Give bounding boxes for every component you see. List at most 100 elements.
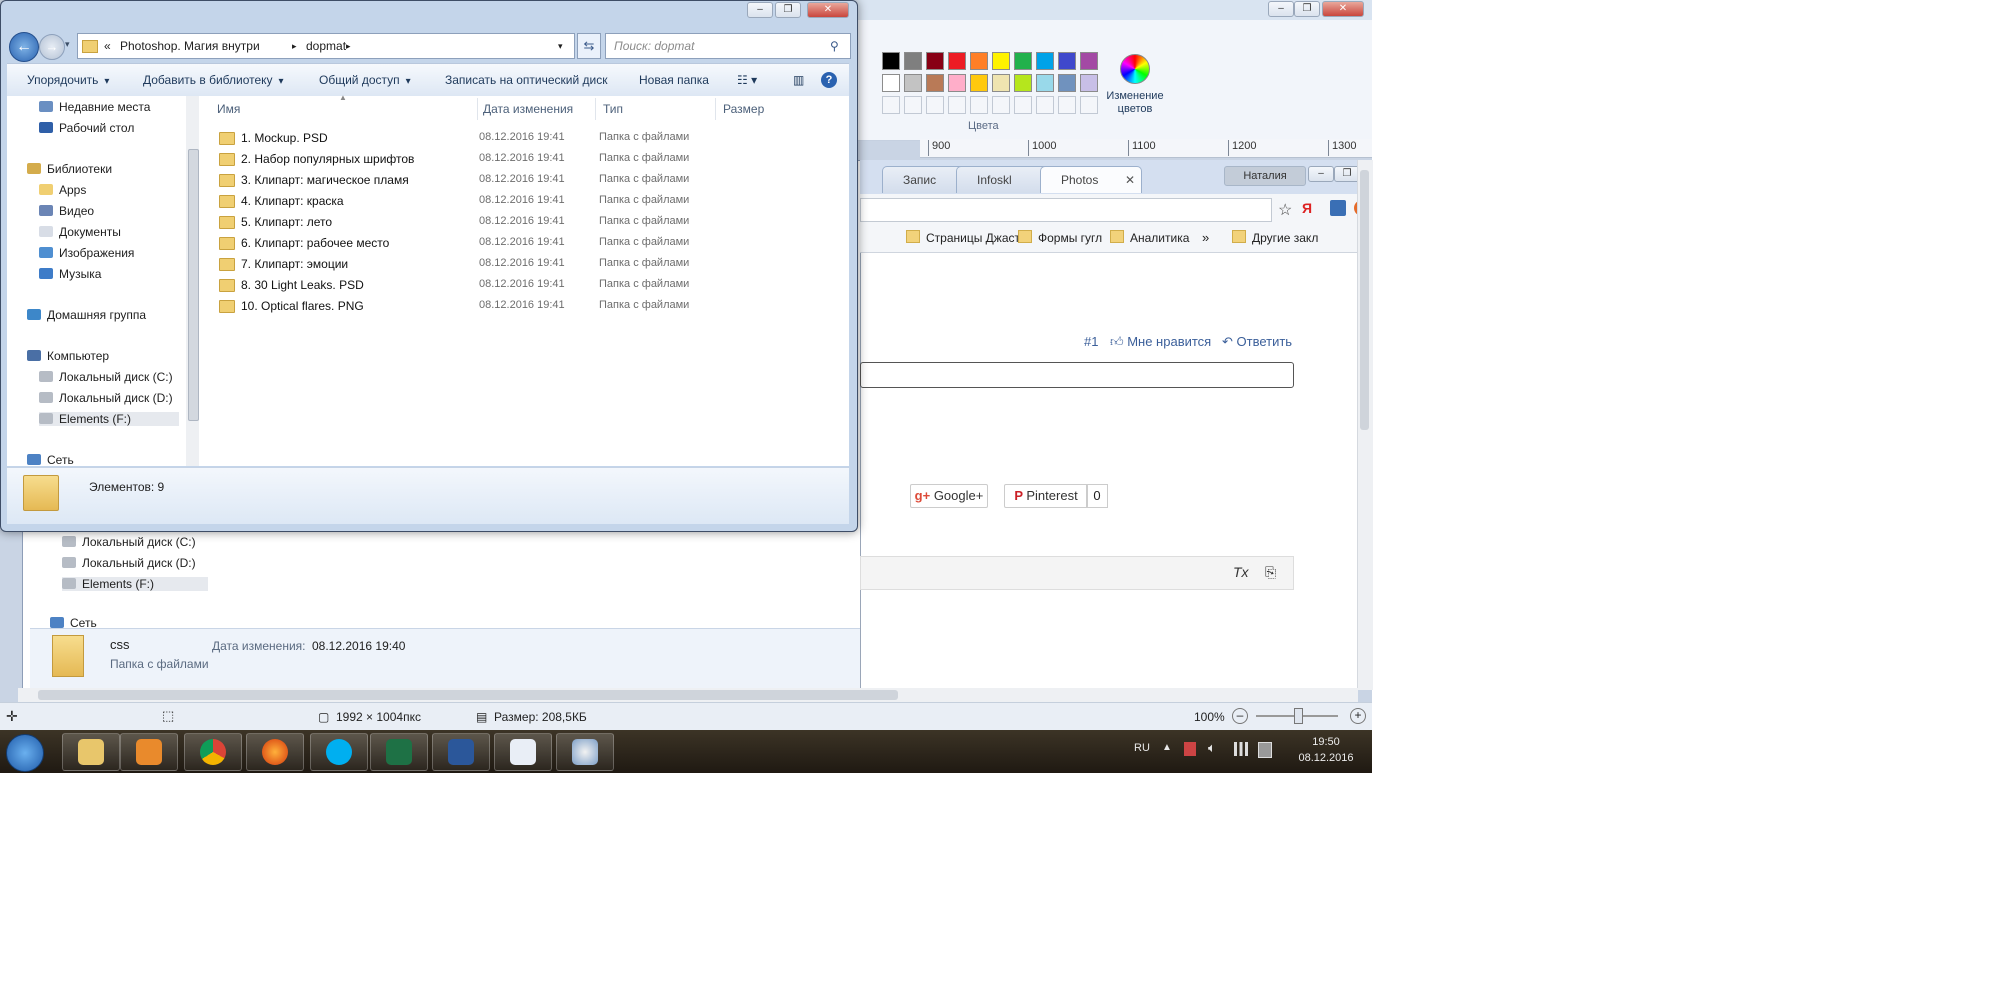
tray-app-icon[interactable] (1184, 742, 1196, 756)
column-separator[interactable] (477, 98, 478, 120)
color-swatch[interactable] (1058, 74, 1076, 92)
file-row[interactable]: 1. Mockup. PSD 08.12.2016 19:41 Папка с фа… (219, 128, 839, 149)
nav-item[interactable]: Изображения (39, 246, 134, 260)
custom-color-slot[interactable] (926, 96, 944, 114)
preview-pane-icon[interactable]: ▥ (793, 73, 804, 87)
address-dropdown-icon[interactable]: ▾ (558, 34, 563, 58)
file-row[interactable]: 8. 30 Light Leaks. PSD 08.12.2016 19:41 Па… (219, 275, 839, 296)
yandex-icon[interactable]: Я (1302, 200, 1312, 216)
nav-drive-f[interactable]: Elements (F:) (62, 577, 208, 591)
color-swatch[interactable] (970, 74, 988, 92)
color-swatch[interactable] (1080, 52, 1098, 70)
nav-scrollbar-thumb[interactable] (188, 149, 199, 421)
color-swatch[interactable] (992, 74, 1010, 92)
refresh-button[interactable]: ⇆ (577, 33, 601, 59)
paste-icon[interactable]: ⎘ (1265, 564, 1276, 581)
color-swatch[interactable] (970, 52, 988, 70)
breadcrumb-separator-icon[interactable]: ▸ (292, 34, 297, 58)
color-swatch[interactable] (1058, 52, 1076, 70)
close-tab-icon[interactable]: ✕ (1125, 167, 1135, 193)
color-swatch[interactable] (948, 74, 966, 92)
browser-minimize-button[interactable]: – (1308, 166, 1334, 182)
new-folder-button[interactable]: Новая папка (639, 73, 709, 87)
action-center-icon[interactable] (1258, 742, 1272, 758)
file-row[interactable]: 5. Клипарт: лето 08.12.2016 19:41 Папка с … (219, 212, 839, 233)
color-swatch[interactable] (1014, 52, 1032, 70)
file-row[interactable]: 4. Клипарт: краска 08.12.2016 19:41 Папка … (219, 191, 839, 212)
explorer-minimize-button[interactable]: – (747, 2, 773, 18)
column-separator[interactable] (715, 98, 716, 120)
custom-color-slot[interactable] (992, 96, 1010, 114)
breadcrumb-item[interactable]: dopmat (306, 34, 346, 58)
browser-tab-active[interactable]: Photos ✕ (1040, 166, 1142, 193)
nav-item[interactable]: Библиотеки (27, 162, 112, 176)
nav-item[interactable]: Локальный диск (C:) (39, 370, 173, 384)
view-options-icon[interactable]: ☷ ▾ (737, 73, 757, 87)
search-icon[interactable]: ⚲ (830, 34, 839, 58)
bookmark[interactable]: Формы гугл (1018, 230, 1102, 245)
volume-icon[interactable]: 🔈︎ (1208, 740, 1216, 756)
show-hidden-icons-icon[interactable]: ▲ (1162, 742, 1172, 753)
file-row[interactable]: 6. Клипарт: рабочее место 08.12.2016 19:4… (219, 233, 839, 254)
browser-scrollbar-thumb[interactable] (1360, 170, 1369, 430)
zoom-in-button[interactable]: + (1350, 708, 1366, 724)
nav-item[interactable]: Музыка (39, 267, 101, 281)
nav-item[interactable]: Недавние места (39, 100, 150, 114)
taskbar-skype-button[interactable] (310, 733, 368, 771)
taskbar-notepad-button[interactable] (494, 733, 552, 771)
color-swatch[interactable] (882, 52, 900, 70)
taskbar-firefox-button[interactable] (246, 733, 304, 771)
taskbar-chrome-button[interactable] (184, 733, 242, 771)
nav-item[interactable]: Документы (39, 225, 121, 239)
organize-button[interactable]: Упорядочить (27, 73, 109, 87)
browser-address-bar[interactable]: ☆ Я (860, 194, 1372, 227)
nav-drive-c[interactable]: Локальный диск (C:) (62, 535, 196, 549)
edit-colors-icon[interactable] (1120, 54, 1150, 84)
taskbar-excel-button[interactable] (370, 733, 428, 771)
column-separator[interactable] (595, 98, 596, 120)
file-row[interactable]: 7. Клипарт: эмоции 08.12.2016 19:41 Папка … (219, 254, 839, 275)
color-swatch[interactable] (882, 74, 900, 92)
nav-item[interactable]: Домашняя группа (27, 308, 146, 322)
forward-button[interactable]: → (39, 34, 65, 60)
color-swatch[interactable] (926, 74, 944, 92)
bookmark[interactable]: Другие закл (1232, 230, 1318, 245)
paint-horizontal-scrollbar-thumb[interactable] (38, 690, 898, 700)
custom-color-slot[interactable] (970, 96, 988, 114)
close-button[interactable]: ✕ (1322, 1, 1364, 17)
address-prefix[interactable]: « (104, 34, 111, 58)
extension-icon[interactable] (1330, 200, 1346, 216)
nav-item[interactable]: Apps (39, 183, 86, 197)
breadcrumb-item[interactable]: Photoshop. Магия внутри (120, 34, 260, 58)
taskbar-paint-button[interactable] (556, 733, 614, 771)
nav-item[interactable]: Elements (F:) (39, 412, 179, 426)
network-status-icon[interactable] (1234, 742, 1248, 756)
color-swatch[interactable] (1036, 74, 1054, 92)
column-header-name[interactable]: Имя (217, 102, 240, 116)
custom-color-slot[interactable] (1036, 96, 1054, 114)
minimize-button[interactable]: – (1268, 1, 1294, 17)
recent-locations-icon[interactable]: ▾ (65, 39, 70, 50)
pinterest-share-button[interactable]: P Pinterest (1004, 484, 1088, 508)
custom-color-slot[interactable] (1014, 96, 1032, 114)
color-swatch[interactable] (1014, 74, 1032, 92)
taskbar-word-button[interactable] (432, 733, 490, 771)
url-field[interactable] (860, 198, 1272, 222)
explorer-titlebar[interactable]: – ❐ ✕ (1, 1, 857, 29)
back-button[interactable]: ← (9, 32, 39, 62)
maximize-button[interactable]: ❐ (1294, 1, 1320, 17)
color-swatch[interactable] (948, 52, 966, 70)
more-bookmarks-icon[interactable]: » (1202, 230, 1209, 245)
star-icon[interactable]: ☆ (1278, 200, 1292, 220)
help-icon[interactable]: ? (821, 72, 837, 88)
language-indicator[interactable]: RU (1134, 742, 1150, 754)
like-button[interactable]: 👍︎ Мне нравится (1110, 334, 1211, 350)
nav-drive-d[interactable]: Локальный диск (D:) (62, 556, 196, 570)
custom-color-slot[interactable] (904, 96, 922, 114)
add-to-library-button[interactable]: Добавить в библиотеку (143, 73, 284, 87)
google-plus-share-button[interactable]: g+ Google+ (910, 484, 988, 508)
clock-date[interactable]: 08.12.2016 (1290, 752, 1362, 764)
zoom-slider-thumb[interactable] (1294, 708, 1303, 724)
zoom-out-button[interactable]: – (1232, 708, 1248, 724)
color-swatch[interactable] (1080, 74, 1098, 92)
